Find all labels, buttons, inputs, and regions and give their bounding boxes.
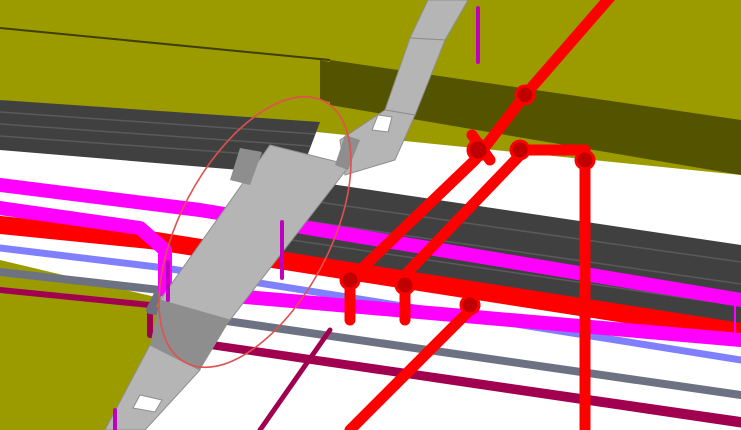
elbow-fitting-3 [509,139,531,161]
elbow-fitting-6 [459,294,481,316]
elbow-fitting-4 [339,269,361,291]
elbow-fitting-1 [466,138,490,162]
elbow-fitting-5 [394,274,416,296]
elbow-fitting-2 [514,84,536,106]
elbow-fitting-7 [574,149,596,171]
model-3d-viewport[interactable] [0,0,741,430]
slab-step-face [320,60,345,105]
crimson-drop [257,327,333,430]
bim-model-scene[interactable] [0,0,741,430]
